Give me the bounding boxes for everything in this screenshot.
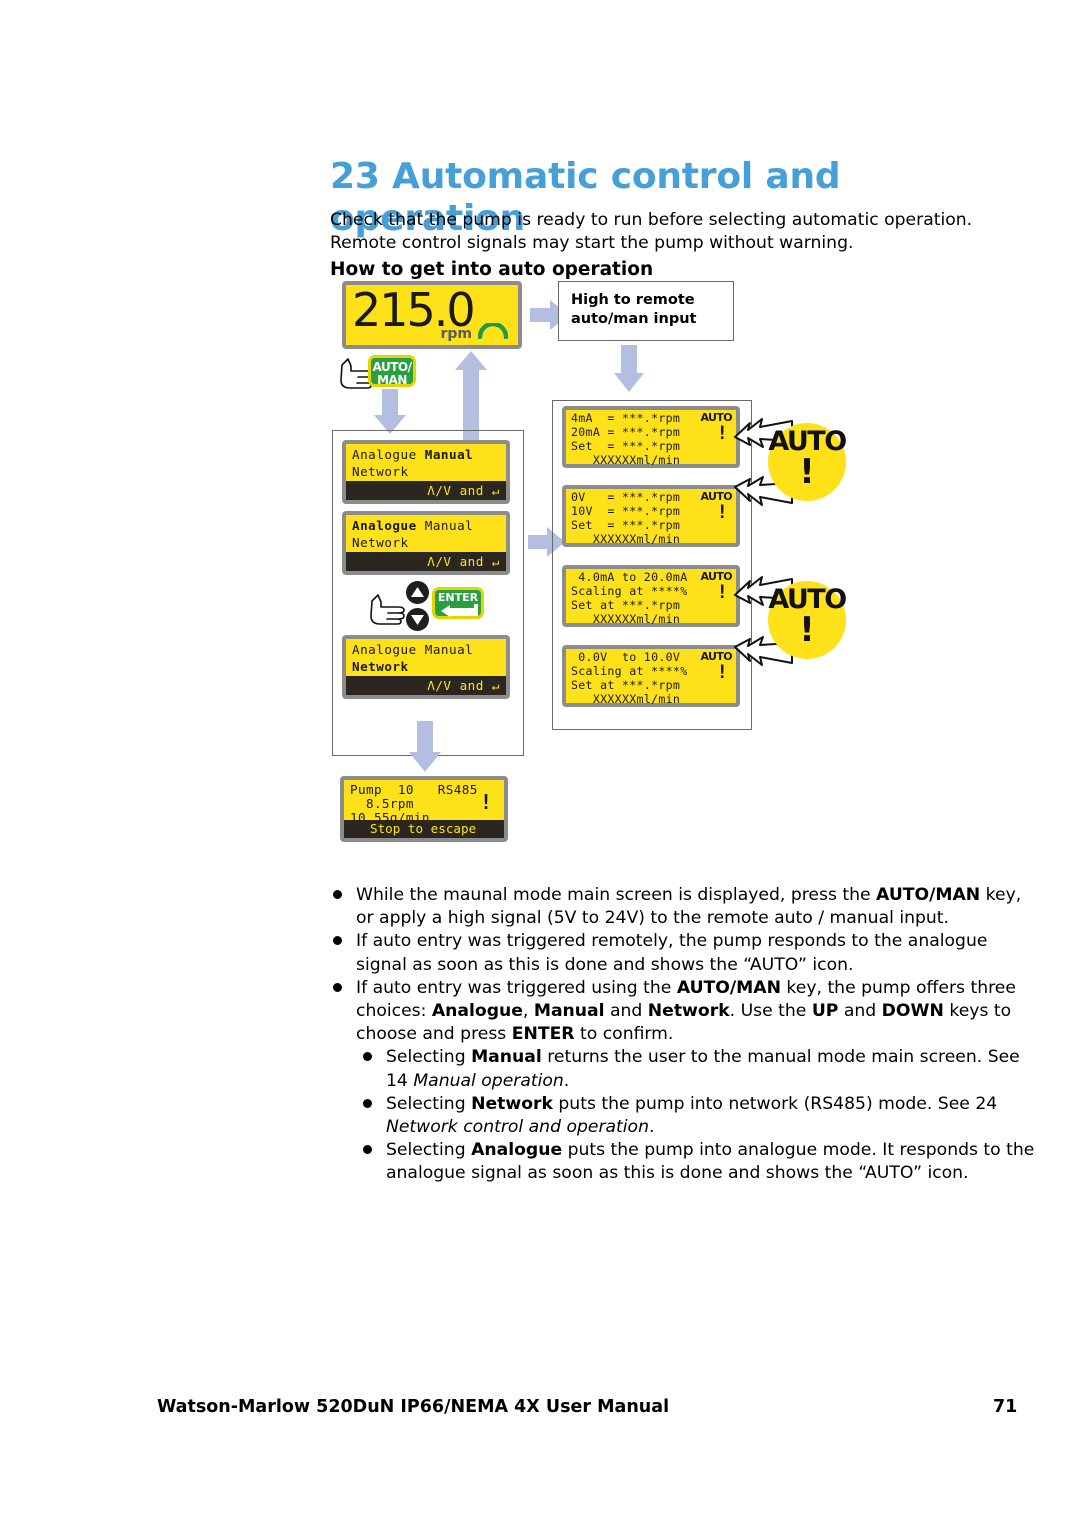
ana1-line2: 20mA = ***.*rpm: [571, 425, 681, 439]
lcd-analogue-screen-4-20ma: 4mA = ***.*rpm 20mA = ***.*rpm Set = ***…: [562, 406, 740, 468]
ana3-line1: 4.0mA to 20.0mA: [571, 570, 688, 584]
auto-badge-2: AUTO !: [768, 581, 847, 659]
menu2-line2: Network: [352, 535, 409, 550]
auto-badge-1: AUTO !: [768, 423, 847, 501]
enter-key[interactable]: ENTER: [432, 587, 484, 619]
ana3-line2: Scaling at ****%: [571, 584, 688, 598]
remote-input-callout-line2: auto/man input: [571, 311, 697, 327]
ana2-line4: XXXXXXml/min: [571, 532, 681, 546]
bullet-list: While the maunal mode main screen is dis…: [330, 884, 1042, 1186]
menu1-footer: Λ/V and ↵: [346, 481, 506, 500]
menu2-line1: Analogue Manual: [352, 518, 474, 533]
ana4-line3: Set at ***.*rpm: [571, 678, 681, 692]
bullet-item-5: Selecting Network puts the pump into net…: [330, 1093, 1042, 1139]
ana1-line1: 4mA = ***.*rpm: [571, 411, 681, 425]
lcd-analogue-screen-scaling-v: 0.0V to 10.0V Scaling at ****% Set at **…: [562, 645, 740, 707]
document-page: 23 Automatic control and operation Check…: [0, 0, 1080, 1527]
footer-manual-title: Watson-Marlow 520DuN IP66/NEMA 4X User M…: [157, 1397, 670, 1417]
bullet-text-5: Selecting Network puts the pump into net…: [386, 1093, 998, 1138]
menu2-footer: Λ/V and ↵: [346, 552, 506, 571]
lcd-main-screen: 215.0 rpm: [342, 281, 522, 349]
auto-badge-2-mark: !: [799, 610, 815, 650]
bullet-item-4: Selecting Manual returns the user to the…: [330, 1046, 1042, 1092]
auto-operation-flow-diagram: 215.0 rpm High to remote auto/man input …: [330, 275, 890, 865]
bullet-text-2: If auto entry was triggered remotely, th…: [356, 931, 988, 975]
bullet-item-2: If auto entry was triggered remotely, th…: [330, 930, 1042, 976]
arrow-down-key-to-menu: [373, 389, 407, 435]
ana2-line2: 10V = ***.*rpm: [571, 504, 681, 518]
remote-input-callout: High to remote auto/man input: [558, 281, 734, 341]
ana2-line1: 0V = ***.*rpm: [571, 490, 681, 504]
running-arc-icon: [477, 321, 509, 340]
ana4-line4: XXXXXXml/min: [571, 692, 681, 706]
bullet-dot-icon: [333, 890, 342, 899]
ana3-alert-icon: !: [716, 581, 728, 603]
auto-man-key[interactable]: AUTO/ MAN: [368, 355, 416, 387]
ana4-line2: Scaling at ****%: [571, 664, 688, 678]
intro-paragraph: Check that the pump is ready to run befo…: [330, 210, 973, 254]
bullet-item-6: Selecting Analogue puts the pump into an…: [330, 1139, 1042, 1185]
ana2-alert-icon: !: [716, 501, 728, 523]
pump-screen-footer: Stop to escape: [344, 820, 504, 838]
bullet-dot-icon: [333, 936, 342, 946]
auto-badge-1-mark: !: [799, 452, 815, 492]
lcd-main-unit: rpm: [440, 326, 472, 342]
bullet-dot-icon: [333, 982, 342, 992]
pump-screen-alert-icon: !: [479, 790, 492, 814]
bullet-dot-icon: [363, 1052, 372, 1062]
menu3-footer: Λ/V and ↵: [346, 676, 506, 695]
arrow-down-callout: [613, 345, 645, 393]
ana1-alert-icon: !: [716, 422, 728, 444]
bullet-dot-icon: [363, 1145, 372, 1155]
auto-man-key-line2: MAN: [377, 373, 407, 387]
pointing-hand-icon-2: [368, 593, 408, 631]
ana4-line1: 0.0V to 10.0V: [571, 650, 681, 664]
bullet-text-3: If auto entry was triggered using the AU…: [356, 977, 1016, 1045]
bullet-text-1: While the maunal mode main screen is dis…: [356, 885, 1022, 929]
menu1-line1: Analogue Manual: [352, 447, 474, 462]
lcd-menu-screen-analogue: Analogue Manual Network Λ/V and ↵: [342, 511, 510, 575]
bullet-text-4: Selecting Manual returns the user to the…: [386, 1047, 1020, 1091]
down-key[interactable]: [406, 608, 429, 631]
lcd-analogue-screen-0-10v: 0V = ***.*rpm 10V = ***.*rpm Set = ***.*…: [562, 485, 740, 547]
arrow-down-to-pump-screen: [408, 721, 442, 773]
pump-screen-line1: Pump 10 RS485: [350, 782, 478, 797]
remote-input-callout-line1: High to remote: [571, 292, 695, 308]
bullet-item-3: If auto entry was triggered using the AU…: [330, 977, 1042, 1047]
ana4-alert-icon: !: [716, 661, 728, 683]
enter-key-label: ENTER: [437, 591, 479, 604]
ana1-line4: XXXXXXml/min: [571, 453, 681, 467]
up-key[interactable]: [406, 581, 429, 604]
bullet-item-1: While the maunal mode main screen is dis…: [330, 884, 1042, 930]
menu3-line2: Network: [352, 659, 409, 674]
ana2-line3: Set = ***.*rpm: [571, 518, 681, 532]
lcd-menu-screen-network: Analogue Manual Network Λ/V and ↵: [342, 635, 510, 699]
ana3-line3: Set at ***.*rpm: [571, 598, 681, 612]
lcd-analogue-screen-scaling-ma: 4.0mA to 20.0mA Scaling at ****% Set at …: [562, 565, 740, 627]
ana1-line3: Set = ***.*rpm: [571, 439, 681, 453]
footer-page-number: 71: [993, 1397, 1018, 1417]
lcd-pump-rs485-screen: Pump 10 RS485 8.5rpm 10.55g/min ! Stop t…: [340, 776, 508, 842]
pump-screen-line2: 8.5rpm: [350, 796, 414, 811]
bullet-text-6: Selecting Analogue puts the pump into an…: [386, 1140, 1035, 1184]
bullet-dot-icon: [363, 1098, 372, 1108]
ana3-line4: XXXXXXml/min: [571, 612, 681, 626]
menu1-line2: Network: [352, 464, 409, 479]
lcd-menu-screen-manual: Analogue Manual Network Λ/V and ↵: [342, 440, 510, 504]
menu3-line1: Analogue Manual: [352, 642, 474, 657]
